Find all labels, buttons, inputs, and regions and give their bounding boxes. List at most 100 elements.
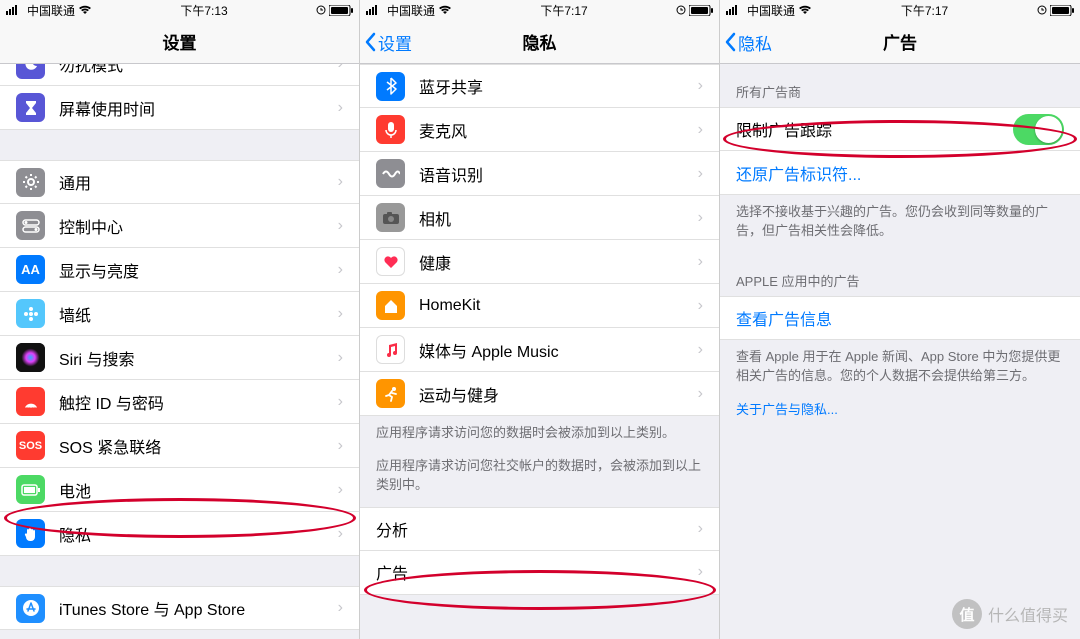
row-运动与健身[interactable]: 运动与健身› [360, 372, 719, 416]
switches-icon [16, 211, 45, 240]
back-button[interactable]: 隐私 [724, 20, 772, 64]
watermark-badge-icon: 值 [952, 599, 982, 629]
chevron-right-icon: › [698, 385, 703, 403]
chevron-right-icon: › [698, 121, 703, 139]
about-ads-privacy-link[interactable]: 关于广告与隐私... [736, 402, 838, 417]
chevron-right-icon: › [698, 253, 703, 271]
signal-icon [726, 5, 742, 15]
link-label: 还原广告标识符... [736, 161, 1064, 185]
row-label: 限制广告跟踪 [736, 117, 1013, 141]
status-time: 下午7:17 [901, 2, 948, 19]
signal-icon [6, 5, 22, 15]
AA-icon: AA [16, 255, 45, 284]
row-label: 分析 [376, 517, 698, 541]
status-time: 下午7:13 [180, 2, 227, 19]
row-Siri-与搜索[interactable]: Siri 与搜索› [0, 336, 359, 380]
row-label: 电池 [59, 478, 338, 502]
chevron-right-icon: › [698, 520, 703, 538]
chevron-right-icon: › [338, 261, 343, 279]
row-蓝牙共享[interactable]: 蓝牙共享› [360, 64, 719, 108]
row-广告[interactable]: 广告› [360, 551, 719, 595]
row-分析[interactable]: 分析› [360, 507, 719, 551]
row-相机[interactable]: 相机› [360, 196, 719, 240]
moon-icon [16, 64, 45, 79]
row-label: 墙纸 [59, 302, 338, 326]
status-bar: 中国联通 下午7:17 [360, 0, 719, 20]
row-墙纸[interactable]: 墙纸› [0, 292, 359, 336]
wave-icon [376, 159, 405, 188]
row-电池[interactable]: 电池› [0, 468, 359, 512]
pane-privacy: 中国联通 下午7:17 设置 隐私 蓝牙共享›麦克风›语音识别›相机›健康›Ho… [360, 0, 720, 639]
row-label: 勿扰模式 [59, 64, 338, 76]
watermark: 值 什么值得买 [952, 599, 1068, 629]
row-媒体与-Apple-Music[interactable]: 媒体与 Apple Music› [360, 328, 719, 372]
wifi-icon [78, 5, 92, 15]
section-header: 所有广告商 [720, 64, 1080, 107]
back-button[interactable]: 设置 [364, 20, 412, 64]
flower-icon [16, 299, 45, 328]
battery-icon [329, 5, 353, 16]
row-label: 触控 ID 与密码 [59, 390, 338, 414]
chevron-right-icon: › [338, 393, 343, 411]
row-view-ad-info[interactable]: 查看广告信息 [720, 296, 1080, 340]
status-bar: 中国联通 下午7:17 [720, 0, 1080, 20]
battery-icon [16, 475, 45, 504]
siri-icon [16, 343, 45, 372]
carrier-label: 中国联通 [387, 2, 435, 19]
nav-title: 隐私 [523, 29, 557, 54]
row-label: 运动与健身 [419, 382, 698, 406]
row-label: SOS 紧急联络 [59, 434, 338, 458]
row-通用[interactable]: 通用› [0, 160, 359, 204]
row-健康[interactable]: 健康› [360, 240, 719, 284]
row-limit-ad-tracking[interactable]: 限制广告跟踪 [720, 107, 1080, 151]
row-label: 控制中心 [59, 214, 338, 238]
row-label: Siri 与搜索 [59, 346, 338, 370]
row-label: 媒体与 Apple Music [419, 338, 698, 362]
row-显示与亮度[interactable]: AA显示与亮度› [0, 248, 359, 292]
row-do-not-disturb[interactable]: 勿扰模式 › [0, 64, 359, 86]
run-icon [376, 379, 405, 408]
chevron-right-icon: › [338, 481, 343, 499]
chevron-right-icon: › [338, 64, 343, 73]
carrier-label: 中国联通 [27, 2, 75, 19]
alarm-icon [316, 5, 326, 15]
row-隐私[interactable]: 隐私› [0, 512, 359, 556]
chevron-right-icon: › [338, 99, 343, 117]
footer-text: 应用程序请求访问您的数据时会被添加到以上类别。 [360, 416, 719, 455]
music-icon [376, 335, 405, 364]
row-label: 隐私 [59, 522, 338, 546]
pane-advertising: 中国联通 下午7:17 隐私 广告 所有广告商 限制广告跟踪 [720, 0, 1080, 639]
nav-bar: 设置 [0, 20, 359, 64]
status-bar: 中国联通 下午7:13 [0, 0, 359, 20]
row-HomeKit[interactable]: HomeKit› [360, 284, 719, 328]
battery-icon [1050, 5, 1074, 16]
nav-bar: 隐私 广告 [720, 20, 1080, 64]
chevron-right-icon: › [698, 341, 703, 359]
mic-icon [376, 115, 405, 144]
wifi-icon [798, 5, 812, 15]
back-label: 设置 [378, 30, 412, 55]
row-语音识别[interactable]: 语音识别› [360, 152, 719, 196]
chevron-right-icon: › [338, 305, 343, 323]
row-reset-ad-id[interactable]: 还原广告标识符... [720, 151, 1080, 195]
row-label: iTunes Store 与 App Store [59, 596, 338, 620]
nav-bar: 设置 隐私 [360, 20, 719, 64]
chevron-left-icon [724, 32, 736, 52]
row-label: 蓝牙共享 [419, 74, 698, 98]
row-screen-time[interactable]: 屏幕使用时间 › [0, 86, 359, 130]
row-麦克风[interactable]: 麦克风› [360, 108, 719, 152]
chevron-right-icon: › [698, 77, 703, 95]
row-触控-ID-与密码[interactable]: 触控 ID 与密码› [0, 380, 359, 424]
gear-icon [16, 168, 45, 197]
battery-icon [689, 5, 713, 16]
hourglass-icon [16, 93, 45, 122]
toggle-limit-ad-tracking[interactable] [1013, 114, 1064, 145]
row-iTunes-Store-与-App-Store[interactable]: iTunes Store 与 App Store› [0, 586, 359, 630]
touchid-icon [16, 387, 45, 416]
chevron-right-icon: › [698, 165, 703, 183]
back-label: 隐私 [738, 30, 772, 55]
chevron-right-icon: › [698, 209, 703, 227]
row-SOS-紧急联络[interactable]: SOSSOS 紧急联络› [0, 424, 359, 468]
section-header: APPLE 应用中的广告 [720, 253, 1080, 296]
row-控制中心[interactable]: 控制中心› [0, 204, 359, 248]
